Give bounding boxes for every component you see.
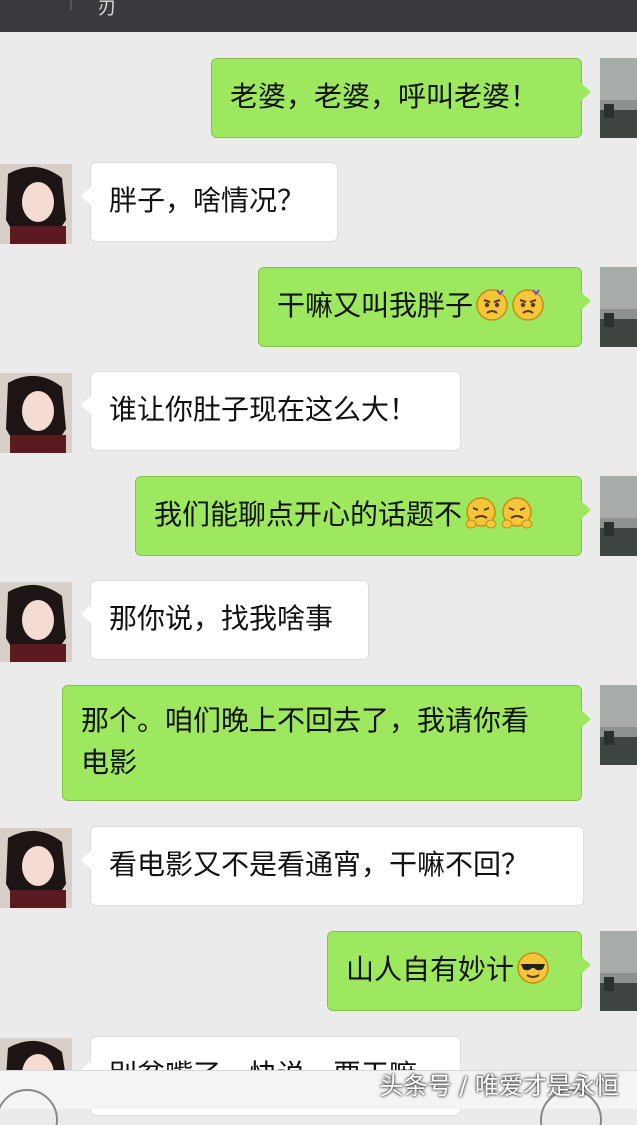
message-text: 山人自有妙计 [346,953,515,986]
message-text: 看电影又不是看通宵，干嘛不回？ [109,848,530,881]
contact-avatar[interactable] [0,164,72,244]
contact-avatar[interactable] [0,582,72,662]
message-bubble-outgoing[interactable]: 山人自有妙计 [327,931,591,1011]
contact-avatar[interactable] [0,828,72,908]
message-text: 那个。咱们晚上不回去了，我请你看电影 [81,704,530,779]
message-bubble-outgoing[interactable]: 那个。咱们晚上不回去了，我请你看电影 [62,685,591,801]
message-bubble-outgoing[interactable]: 我们能聊点开心的话题不 [135,476,591,556]
shy-face-icon [500,496,534,542]
message-bubble-incoming[interactable]: 胖子，啥情况？ [81,162,338,242]
message-text: 谁让你肚子现在这么大！ [109,393,418,426]
message-text: 老婆，老婆，呼叫老婆！ [230,80,539,113]
message-bubble-incoming[interactable]: 看电影又不是看通宵，干嘛不回？ [81,826,584,906]
watermark: 头条号 / 唯爱才是永恒 [379,1072,619,1100]
message-bubble-incoming[interactable]: 那你说，找我啥事 [81,580,369,660]
my-avatar[interactable] [600,476,637,556]
angry-face-icon [475,287,509,333]
top-bar: 刃 [0,0,637,32]
top-bar-divider [70,0,72,10]
my-avatar[interactable] [600,685,637,765]
message-text: 我们能聊点开心的话题不 [154,498,463,531]
message-bubble-incoming[interactable]: 谁让你肚子现在这么大！ [81,371,461,451]
cool-sunglasses-icon [516,951,550,997]
chat-title: 刃 [98,0,116,19]
contact-avatar[interactable] [0,373,72,453]
message-bubble-outgoing[interactable]: 干嘛又叫我胖子 [258,267,591,347]
voice-toggle-icon[interactable] [0,1085,62,1125]
my-avatar[interactable] [600,267,637,347]
angry-face-icon [511,287,545,333]
message-text: 胖子，啥情况？ [109,184,306,217]
my-avatar[interactable] [600,58,637,138]
shy-face-icon [464,496,498,542]
my-avatar[interactable] [600,931,637,1011]
message-bubble-outgoing[interactable]: 老婆，老婆，呼叫老婆！ [211,58,591,138]
message-text: 那你说，找我啥事 [109,602,334,635]
message-text: 干嘛又叫我胖子 [277,289,474,322]
